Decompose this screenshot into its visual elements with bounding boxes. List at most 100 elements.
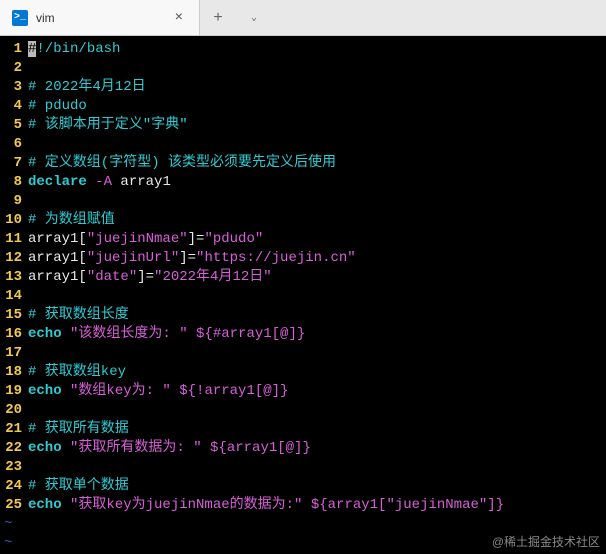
- code-line[interactable]: 14: [0, 287, 606, 306]
- terminal-tab[interactable]: >_ vim ×: [0, 0, 200, 35]
- code-content[interactable]: # 2022年4月12日: [28, 78, 606, 97]
- code-line[interactable]: 24# 获取单个数据: [0, 477, 606, 496]
- code-content[interactable]: [28, 135, 606, 154]
- code-content[interactable]: array1["juejinNmae"]="pdudo": [28, 230, 606, 249]
- code-content[interactable]: array1["date"]="2022年4月12日": [28, 268, 606, 287]
- code-content[interactable]: # 获取单个数据: [28, 477, 606, 496]
- line-number: 2: [0, 59, 28, 78]
- token: [188, 326, 196, 342]
- token: # 获取数组长度: [28, 307, 129, 323]
- code-line[interactable]: 5# 该脚本用于定义"字典": [0, 116, 606, 135]
- code-line[interactable]: 19echo "数组key为: " ${!array1[@]}: [0, 382, 606, 401]
- close-tab-icon[interactable]: ×: [171, 10, 187, 26]
- token: # 获取单个数据: [28, 478, 129, 494]
- code-content[interactable]: [28, 192, 606, 211]
- code-line[interactable]: 22echo "获取所有数据为: " ${array1[@]}: [0, 439, 606, 458]
- tab-title: vim: [36, 11, 163, 25]
- code-content[interactable]: echo "该数组长度为: " ${#array1[@]}: [28, 325, 606, 344]
- token: "获取key为juejinNmae的数据为:": [70, 497, 302, 513]
- token: echo: [28, 440, 62, 456]
- token: # pdudo: [28, 98, 87, 114]
- line-number: 6: [0, 135, 28, 154]
- code-line[interactable]: 11array1["juejinNmae"]="pdudo": [0, 230, 606, 249]
- code-content[interactable]: array1["juejinUrl"]="https://juejin.cn": [28, 249, 606, 268]
- code-line[interactable]: 21# 获取所有数据: [0, 420, 606, 439]
- code-line[interactable]: 1#!/bin/bash: [0, 40, 606, 59]
- token: [87, 174, 95, 190]
- code-content[interactable]: [28, 59, 606, 78]
- code-line[interactable]: 3# 2022年4月12日: [0, 78, 606, 97]
- code-line[interactable]: 10# 为数组赋值: [0, 211, 606, 230]
- code-line[interactable]: 20: [0, 401, 606, 420]
- code-content[interactable]: # 获取数组key: [28, 363, 606, 382]
- line-number: 16: [0, 325, 28, 344]
- line-number: 22: [0, 439, 28, 458]
- code-content[interactable]: [28, 344, 606, 363]
- token: ${!array1[@]}: [179, 383, 288, 399]
- token: "https://juejin.cn": [196, 250, 356, 266]
- token: echo: [28, 326, 62, 342]
- code-line[interactable]: 6: [0, 135, 606, 154]
- token: # 为数组赋值: [28, 212, 115, 228]
- line-number: 24: [0, 477, 28, 496]
- token: [62, 440, 70, 456]
- code-line[interactable]: 23: [0, 458, 606, 477]
- code-content[interactable]: #!/bin/bash: [28, 40, 606, 59]
- code-line[interactable]: 2: [0, 59, 606, 78]
- code-content[interactable]: # 获取所有数据: [28, 420, 606, 439]
- code-content[interactable]: [28, 401, 606, 420]
- token: declare: [28, 174, 87, 190]
- code-content[interactable]: # 该脚本用于定义"字典": [28, 116, 606, 135]
- token: # 定义数组(字符型) 该类型必须要先定义后使用: [28, 155, 336, 171]
- token: ${#array1[@]}: [196, 326, 305, 342]
- code-line[interactable]: 25echo "获取key为juejinNmae的数据为:" ${array1[…: [0, 496, 606, 515]
- code-content[interactable]: declare -A array1: [28, 173, 606, 192]
- editor-area[interactable]: 1#!/bin/bash23# 2022年4月12日4# pdudo5# 该脚本…: [0, 36, 606, 554]
- line-number: 13: [0, 268, 28, 287]
- token: "juejinUrl": [87, 250, 179, 266]
- token: !/bin/bash: [36, 41, 120, 57]
- token: ${array1[@]}: [210, 440, 311, 456]
- token: ]}: [487, 497, 504, 513]
- code-line[interactable]: 13array1["date"]="2022年4月12日": [0, 268, 606, 287]
- line-number: 7: [0, 154, 28, 173]
- token: [62, 326, 70, 342]
- code-content[interactable]: # 获取数组长度: [28, 306, 606, 325]
- code-content[interactable]: [28, 287, 606, 306]
- code-line[interactable]: 15# 获取数组长度: [0, 306, 606, 325]
- token: ]=: [188, 231, 205, 247]
- powershell-icon: >_: [12, 10, 28, 26]
- line-number: 11: [0, 230, 28, 249]
- code-line[interactable]: 16echo "该数组长度为: " ${#array1[@]}: [0, 325, 606, 344]
- code-content[interactable]: # 为数组赋值: [28, 211, 606, 230]
- code-line[interactable]: 8declare -A array1: [0, 173, 606, 192]
- code-line[interactable]: 7# 定义数组(字符型) 该类型必须要先定义后使用: [0, 154, 606, 173]
- code-content[interactable]: # 定义数组(字符型) 该类型必须要先定义后使用: [28, 154, 606, 173]
- token: "date": [87, 269, 137, 285]
- token: "该数组长度为: ": [70, 326, 188, 342]
- titlebar: >_ vim × + ⌄: [0, 0, 606, 36]
- code-content[interactable]: [28, 458, 606, 477]
- line-number: 23: [0, 458, 28, 477]
- token: array1[: [28, 250, 87, 266]
- code-line[interactable]: 12array1["juejinUrl"]="https://juejin.cn…: [0, 249, 606, 268]
- code-line[interactable]: 4# pdudo: [0, 97, 606, 116]
- token: # 2022年4月12日: [28, 79, 146, 95]
- token: "数组key为: ": [70, 383, 171, 399]
- code-line[interactable]: 17: [0, 344, 606, 363]
- token: # 获取所有数据: [28, 421, 129, 437]
- new-tab-button[interactable]: +: [200, 0, 236, 35]
- code-content[interactable]: echo "获取所有数据为: " ${array1[@]}: [28, 439, 606, 458]
- token: "获取所有数据为: ": [70, 440, 202, 456]
- token: ]=: [137, 269, 154, 285]
- code-line[interactable]: 18# 获取数组key: [0, 363, 606, 382]
- code-content[interactable]: echo "获取key为juejinNmae的数据为:" ${array1["j…: [28, 496, 606, 515]
- code-line[interactable]: 9: [0, 192, 606, 211]
- token: "pdudo": [204, 231, 263, 247]
- tab-dropdown-button[interactable]: ⌄: [236, 0, 272, 35]
- code-content[interactable]: echo "数组key为: " ${!array1[@]}: [28, 382, 606, 401]
- token: ]=: [179, 250, 196, 266]
- line-number: 8: [0, 173, 28, 192]
- code-content[interactable]: # pdudo: [28, 97, 606, 116]
- line-number: 14: [0, 287, 28, 306]
